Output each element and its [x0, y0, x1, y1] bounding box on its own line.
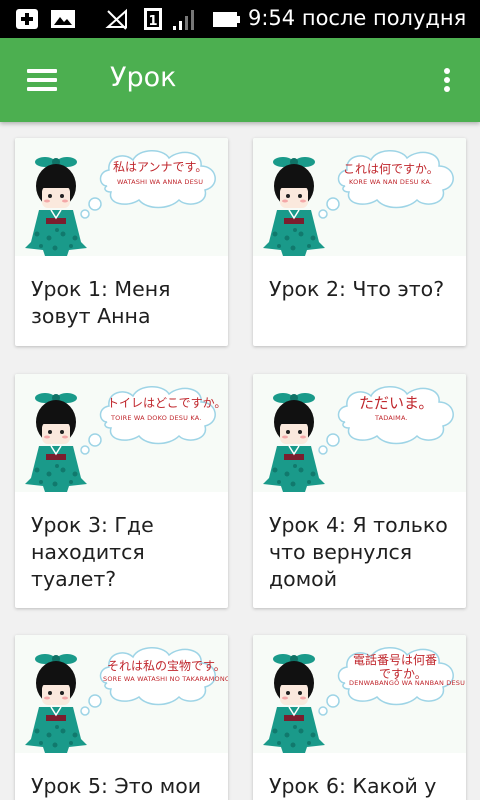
svg-text:1: 1 [148, 14, 157, 29]
lesson-image: 電話番号は何番 ですか。 DENWABANGŌ WA NANBAN DESU KA [253, 635, 466, 753]
sim-1-icon: 1 [143, 7, 163, 35]
more-vert-icon[interactable] [432, 64, 462, 96]
lesson-card[interactable]: トイレはどこですか。 TOIRE WA DOKO DESU KA. Урок 3: … [15, 374, 228, 608]
lesson-card[interactable]: ただいま。 TADAIMA. Урок 4: Я только что вернул… [253, 374, 466, 608]
status-bar: 1 9:54 после полудня [0, 0, 480, 38]
bubble-japanese-text: トイレはどこですか。 [107, 396, 227, 410]
lesson-title: Урок 6: Какой у [269, 774, 437, 798]
lesson-title: Урок 5: Это мои [31, 774, 202, 798]
menu-icon[interactable] [22, 64, 62, 96]
page-title: Урок [110, 62, 177, 93]
battery-icon [212, 7, 242, 35]
lesson-title: Урок 4: Я только что вернулся домой [269, 513, 448, 591]
app-bar: Урок [0, 38, 480, 122]
lesson-card[interactable]: これは何ですか。 KORE WA NAN DESU KA. Урок 2: Что … [253, 138, 466, 346]
bubble-romaji-text: TOIRE WA DOKO DESU KA. [111, 414, 202, 422]
bubble-romaji-text: WATASHI WA ANNA DESU [117, 178, 204, 186]
bubble-romaji-text: SORE WA WATASHI NO TAKARAMONO DESU [103, 675, 228, 683]
lesson-image: 私はアンナです。 WATASHI WA ANNA DESU [15, 138, 228, 256]
status-time: 9:54 после полудня [248, 6, 467, 30]
bubble-japanese-text: これは何ですか。 [343, 162, 439, 176]
lesson-image: これは何ですか。 KORE WA NAN DESU KA. [253, 138, 466, 256]
image-icon [50, 7, 76, 35]
bubble-romaji-text: TADAIMA. [375, 414, 408, 422]
lesson-image: トイレはどこですか。 TOIRE WA DOKO DESU KA. [15, 374, 228, 492]
add-box-icon [14, 7, 40, 35]
bubble-japanese-text: それは私の宝物です。 [107, 659, 226, 673]
lesson-image: ただいま。 TADAIMA. [253, 374, 466, 492]
lesson-image: それは私の宝物です。 SORE WA WATASHI NO TAKARAMONO … [15, 635, 228, 753]
bubble-romaji-text: DENWABANGŌ WA NANBAN DESU KA [349, 679, 466, 687]
lesson-card[interactable]: 私はアンナです。 WATASHI WA ANNA DESU Урок 1: Меня… [15, 138, 228, 346]
bubble-japanese-text: ただいま。 [359, 394, 434, 412]
bubble-japanese-text: 私はアンナです。 [113, 160, 208, 174]
lesson-title: Урок 3: Где находится туалет? [31, 513, 154, 591]
lesson-card[interactable]: それは私の宝物です。 SORE WA WATASHI NO TAKARAMONO … [15, 635, 228, 800]
lesson-title: Урок 1: Меня зовут Анна [31, 277, 171, 328]
bubble-romaji-text: KORE WA NAN DESU KA. [349, 178, 433, 186]
lesson-title: Урок 2: Что это? [269, 277, 445, 301]
lesson-card[interactable]: 電話番号は何番 ですか。 DENWABANGŌ WA NANBAN DESU KA У… [253, 635, 466, 800]
signal-bars-icon [172, 7, 200, 35]
signal-off-icon [104, 7, 130, 35]
